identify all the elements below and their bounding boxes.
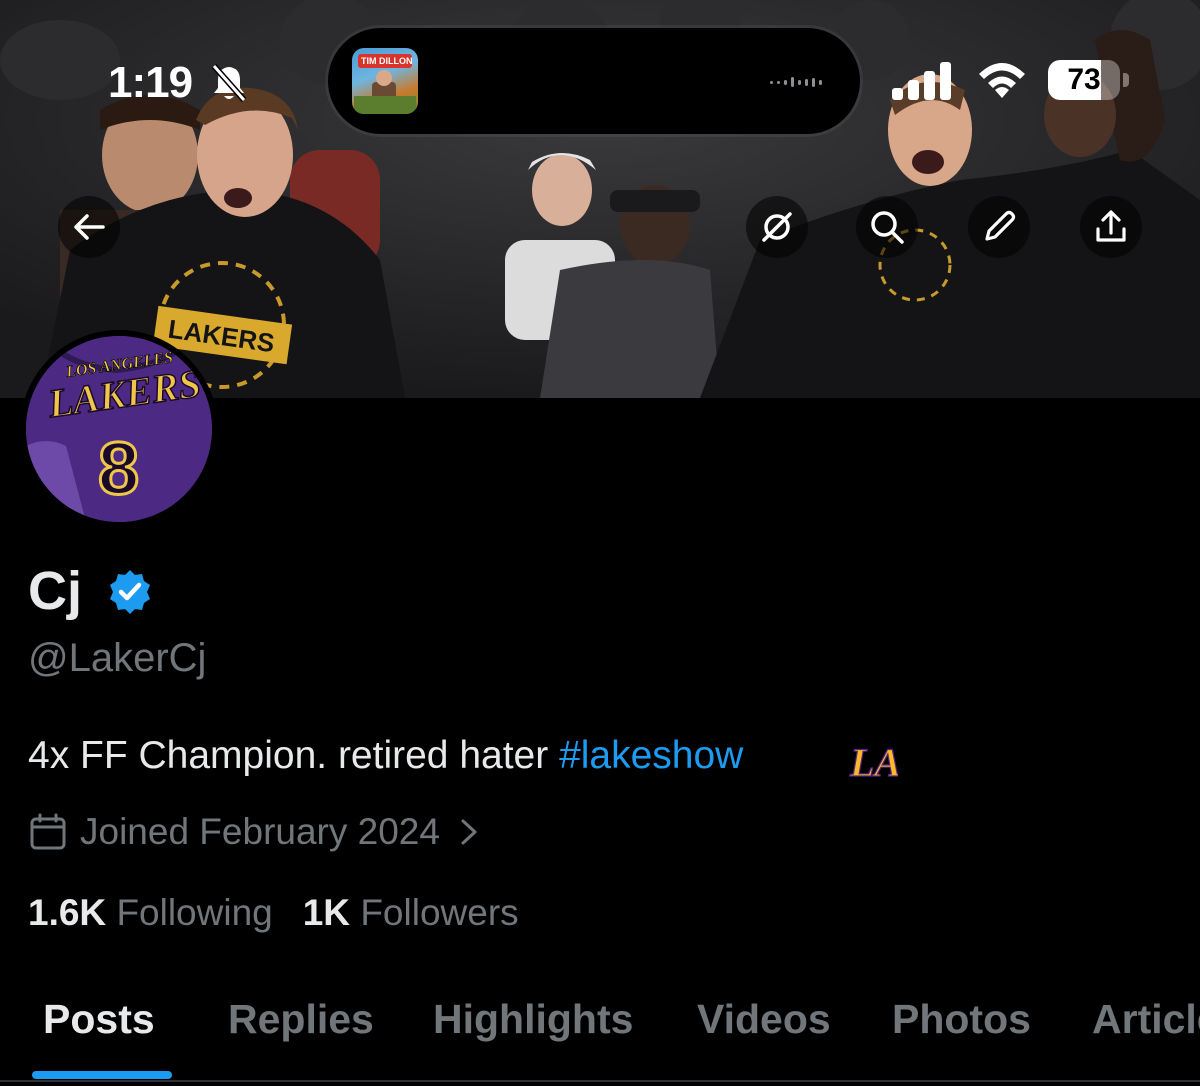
tab-highlights[interactable]: Highlights [433,996,633,1043]
followers-label: Followers [360,892,519,933]
tab-articles[interactable]: Articles [1092,996,1200,1043]
grok-icon [762,212,792,242]
pencil-icon [985,210,1016,241]
following-label: Following [116,892,273,933]
tab-posts[interactable]: Posts [43,996,155,1043]
followers-count: 1K [302,892,351,933]
wifi-icon [979,63,1025,98]
tabs-divider [0,1080,1200,1082]
joined-date-row[interactable]: Joined February 2024 [28,810,482,854]
audio-waveform-icon [770,77,822,87]
cellular-signal-icon [892,62,951,100]
battery-indicator: 73 [1048,60,1130,100]
avatar-jersey-number: 8 [98,427,139,510]
dynamic-island[interactable]: TIM DILLON [328,28,860,134]
share-button[interactable] [1080,196,1142,258]
display-name: Cj [28,561,82,621]
tab-replies[interactable]: Replies [228,996,374,1043]
chevron-right-icon [461,819,477,845]
podcast-artwork: TIM DILLON [352,48,418,114]
battery-level: 73 [1067,63,1101,96]
following-link[interactable]: 1.6K Following [28,892,273,933]
profile-banner[interactable]: LAKERS 1:19 TIM DILLON 73 [0,0,1200,398]
bio-text: 4x FF Champion. retired hater [28,734,560,777]
joined-date: Joined February 2024 [80,811,440,852]
verified-badge-icon[interactable] [106,568,154,616]
calendar-icon [30,813,66,850]
avatar-jersey-image: LOS ANGELES LAKERS 8 [26,336,212,522]
profile-bio: 4x FF Champion. retired hater #lakeshow [28,734,743,778]
search-button[interactable] [856,196,918,258]
ios-status-bar: 1:19 TIM DILLON 73 [0,0,1200,134]
lakers-la-logo: LA [848,739,898,782]
back-button[interactable] [58,196,120,258]
profile-tabs: Posts Replies Highlights Videos Photos A… [0,990,1200,1086]
username-handle: @LakerCj [28,636,207,680]
status-time: 1:19 [108,58,193,107]
following-count: 1.6K [28,892,107,933]
search-icon [871,211,904,244]
bell-slash-icon [211,64,247,102]
share-icon [1096,210,1126,242]
follow-stats: 1.6K Following 1K Followers [28,892,519,934]
active-tab-indicator [32,1071,172,1079]
tab-videos[interactable]: Videos [697,996,831,1043]
bio-la-logo: LA [849,740,898,782]
podcast-title: TIM DILLON [361,56,413,66]
bio-hashtag-link[interactable]: #lakeshow [559,734,743,777]
followers-link[interactable]: 1K Followers [303,892,519,933]
profile-avatar[interactable]: LOS ANGELES LAKERS 8 [20,330,218,528]
grok-button[interactable] [746,196,808,258]
edit-button[interactable] [968,196,1030,258]
tab-photos[interactable]: Photos [892,996,1031,1043]
back-arrow-icon [74,214,105,240]
